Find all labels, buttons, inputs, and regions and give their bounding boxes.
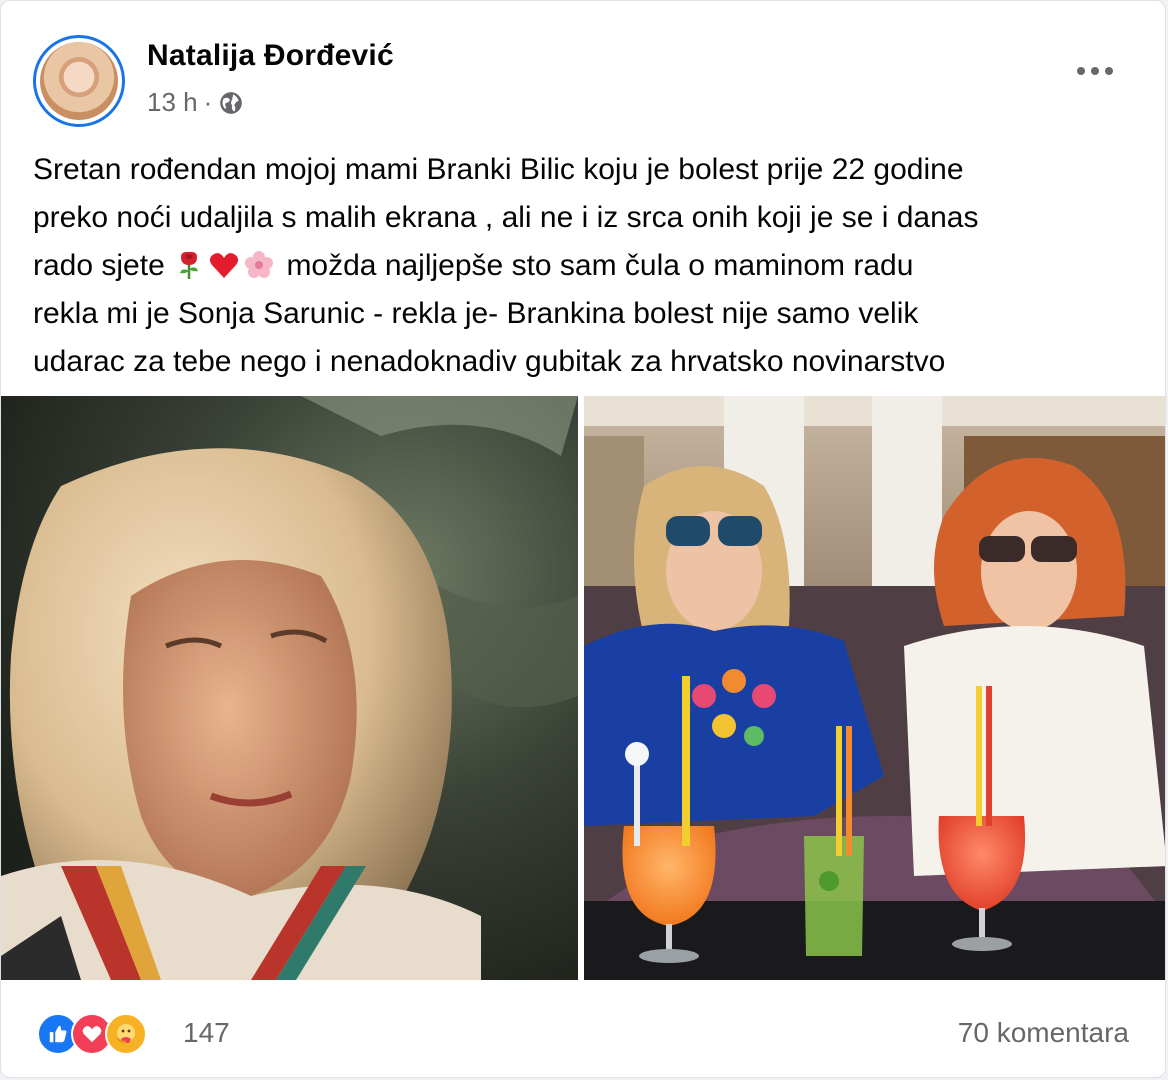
reactions-summary[interactable] — [37, 1013, 147, 1055]
post-text-line: preko noći udaljila s malih ekrana , ali… — [33, 201, 979, 234]
cherry-blossom-icon — [245, 251, 274, 278]
vintage-portrait-image — [1, 396, 578, 980]
post-footer: 147 70 komentara — [33, 1007, 1131, 1059]
post-text-line: rado sjete — [33, 249, 165, 282]
globe-icon[interactable] — [218, 90, 244, 116]
comments-count-link[interactable]: 70 komentara — [958, 1017, 1129, 1049]
meta-separator: · — [203, 87, 213, 117]
avatar[interactable] — [33, 35, 125, 127]
care-icon — [105, 1013, 147, 1055]
avatar-image — [40, 42, 118, 120]
post-text-line: rekla mi je Sonja Sarunic - rekla je- Br… — [33, 297, 919, 330]
vintage-portrait-photo[interactable] — [1, 396, 578, 980]
post-text-line: možda najljepše sto sam čula o maminom r… — [286, 249, 914, 282]
photo-grid — [1, 396, 1165, 980]
two-women-cocktails-image — [584, 396, 1165, 980]
more-options-button[interactable] — [1067, 51, 1123, 91]
post-card: Natalija Đorđević 13 h · Sretan rođendan… — [0, 0, 1166, 1078]
reaction-count[interactable]: 147 — [183, 1017, 230, 1049]
red-heart-icon — [210, 253, 239, 278]
post-meta: 13 h · — [147, 87, 244, 118]
post-time[interactable]: 13 h — [147, 87, 198, 118]
rose-icon — [180, 251, 199, 279]
more-horizontal-icon — [1077, 67, 1085, 75]
post-text: Sretan rođendan mojoj mami Branki Bilic … — [33, 146, 1133, 386]
post-text-line: udarac za tebe nego i nenadoknadiv gubit… — [33, 345, 946, 378]
post-text-line: Sretan rođendan mojoj mami Branki Bilic … — [33, 153, 964, 186]
post-header: Natalija Đorđević 13 h · — [33, 35, 1133, 131]
author-name[interactable]: Natalija Đorđević — [147, 39, 394, 73]
two-women-cocktails-photo[interactable] — [584, 396, 1165, 980]
